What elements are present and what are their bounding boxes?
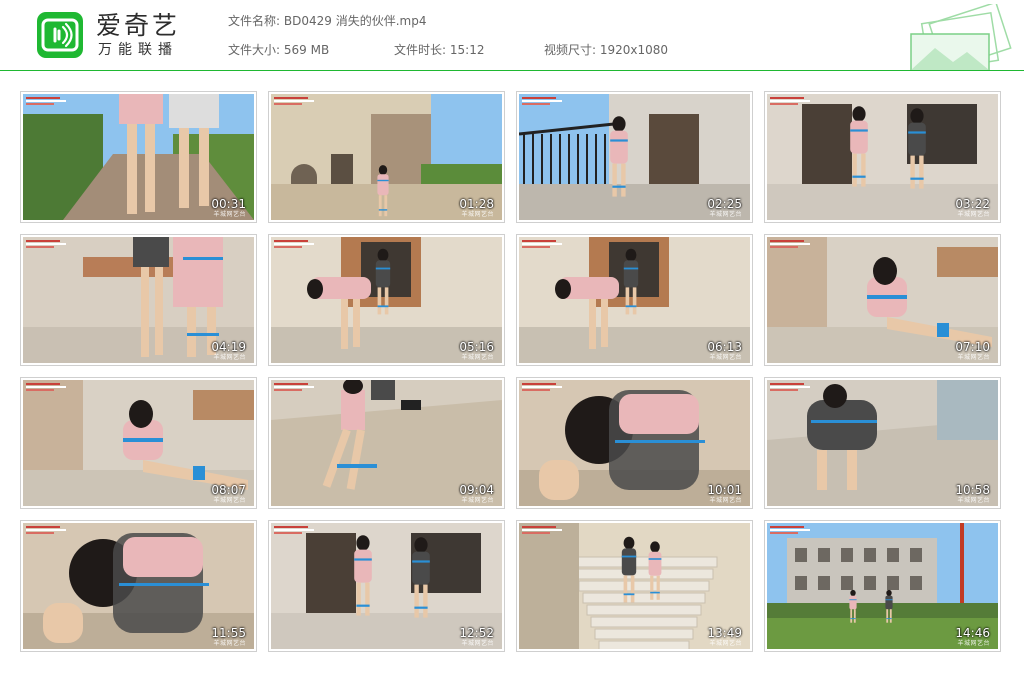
thumbnail-frame: 06:13 羊城网艺台 [519, 237, 750, 363]
watermark-label: 羊城网艺台 [957, 354, 990, 361]
channel-tag-icon [274, 97, 316, 105]
channel-tag-icon [522, 526, 564, 534]
thumbnail-frame: 11:55 羊城网艺台 [23, 523, 254, 649]
thumbnail-timestamp: 05:16 [459, 340, 494, 354]
resolution-row: 视频尺寸: 1920x1080 [544, 43, 668, 57]
file-name-row: 文件名称: BD0429 消失的伙伴.mp4 [228, 14, 426, 28]
thumbnail-7[interactable]: 06:13 羊城网艺台 [516, 234, 753, 366]
brand-subtitle: 万能联播 [98, 42, 178, 58]
channel-tag-icon [26, 526, 68, 534]
thumbnail-timestamp: 13:49 [707, 626, 742, 640]
watermark-label: 羊城网艺台 [213, 640, 246, 647]
thumbnail-16[interactable]: 14:46 羊城网艺台 [764, 520, 1001, 652]
thumbnail-timestamp: 06:13 [707, 340, 742, 354]
channel-tag-icon [26, 97, 68, 105]
watermark-label: 羊城网艺台 [957, 497, 990, 504]
thumbnail-10[interactable]: 09:04 羊城网艺台 [268, 377, 505, 509]
channel-tag-icon [770, 526, 812, 534]
duration-value: 15:12 [449, 43, 485, 57]
watermark-label: 羊城网艺台 [213, 497, 246, 504]
channel-tag-icon [274, 240, 316, 248]
watermark-label: 羊城网艺台 [461, 497, 494, 504]
thumbnail-frame: 02:25 羊城网艺台 [519, 94, 750, 220]
thumbnail-15[interactable]: 13:49 羊城网艺台 [516, 520, 753, 652]
thumbnail-8[interactable]: 07:10 羊城网艺台 [764, 234, 1001, 366]
channel-tag-icon [522, 240, 564, 248]
thumbnail-timestamp: 09:04 [459, 483, 494, 497]
watermark-label: 羊城网艺台 [461, 354, 494, 361]
resolution-value: 1920x1080 [599, 43, 669, 57]
watermark-label: 羊城网艺台 [709, 211, 742, 218]
file-size-row: 文件大小: 569 MB [228, 43, 329, 57]
thumbnail-frame: 05:16 羊城网艺台 [271, 237, 502, 363]
brand-title: 爱奇艺 [96, 11, 181, 40]
duration-label: 文件时长: [394, 43, 447, 57]
thumbnail-timestamp: 00:31 [211, 197, 246, 211]
thumbnail-frame: 10:01 羊城网艺台 [519, 380, 750, 506]
thumbnail-timestamp: 04:19 [211, 340, 246, 354]
file-name-label: 文件名称: [228, 14, 281, 28]
thumbnail-frame: 01:28 羊城网艺台 [271, 94, 502, 220]
thumbnail-frame: 07:10 羊城网艺台 [767, 237, 998, 363]
channel-tag-icon [770, 97, 812, 105]
thumbnail-timestamp: 10:58 [955, 483, 990, 497]
thumbnail-6[interactable]: 05:16 羊城网艺台 [268, 234, 505, 366]
thumbnail-timestamp: 08:07 [211, 483, 246, 497]
thumbnail-1[interactable]: 00:31 羊城网艺台 [20, 91, 257, 223]
watermark-label: 羊城网艺台 [461, 640, 494, 647]
thumbnail-timestamp: 12:52 [459, 626, 494, 640]
watermark-label: 羊城网艺台 [709, 354, 742, 361]
thumbnail-frame: 03:22 羊城网艺台 [767, 94, 998, 220]
thumbnail-timestamp: 10:01 [707, 483, 742, 497]
thumbnail-12[interactable]: 10:58 羊城网艺台 [764, 377, 1001, 509]
resolution-label: 视频尺寸: [544, 43, 597, 57]
thumbnail-timestamp: 03:22 [955, 197, 990, 211]
thumbnail-timestamp: 02:25 [707, 197, 742, 211]
thumbnail-frame: 13:49 羊城网艺台 [519, 523, 750, 649]
thumbnail-14[interactable]: 12:52 羊城网艺台 [268, 520, 505, 652]
thumbnail-11[interactable]: 10:01 羊城网艺台 [516, 377, 753, 509]
watermark-label: 羊城网艺台 [957, 640, 990, 647]
header-divider [0, 70, 1024, 71]
thumbnail-frame: 12:52 羊城网艺台 [271, 523, 502, 649]
file-size-value: 569 MB [283, 43, 330, 57]
thumbnail-timestamp: 07:10 [955, 340, 990, 354]
thumbnail-timestamp: 11:55 [211, 626, 246, 640]
watermark-label: 羊城网艺台 [213, 354, 246, 361]
thumbnail-5[interactable]: 04:19 羊城网艺台 [20, 234, 257, 366]
thumbnail-13[interactable]: 11:55 羊城网艺台 [20, 520, 257, 652]
watermark-label: 羊城网艺台 [461, 211, 494, 218]
file-name-value: BD0429 消失的伙伴.mp4 [283, 14, 427, 28]
thumbnail-frame: 14:46 羊城网艺台 [767, 523, 998, 649]
photo-stack-icon [910, 4, 1012, 70]
channel-tag-icon [770, 383, 812, 391]
channel-tag-icon [522, 97, 564, 105]
channel-tag-icon [522, 383, 564, 391]
thumbnail-timestamp: 14:46 [955, 626, 990, 640]
thumbnail-frame: 04:19 羊城网艺台 [23, 237, 254, 363]
thumbnail-4[interactable]: 03:22 羊城网艺台 [764, 91, 1001, 223]
thumbnail-frame: 09:04 羊城网艺台 [271, 380, 502, 506]
thumbnail-9[interactable]: 08:07 羊城网艺台 [20, 377, 257, 509]
channel-tag-icon [26, 240, 68, 248]
thumbnail-3[interactable]: 02:25 羊城网艺台 [516, 91, 753, 223]
watermark-label: 羊城网艺台 [213, 211, 246, 218]
channel-tag-icon [26, 383, 68, 391]
thumbnail-frame: 10:58 羊城网艺台 [767, 380, 998, 506]
thumbnail-frame: 08:07 羊城网艺台 [23, 380, 254, 506]
channel-tag-icon [274, 383, 316, 391]
channel-tag-icon [274, 526, 316, 534]
thumbnail-timestamp: 01:28 [459, 197, 494, 211]
watermark-label: 羊城网艺台 [709, 640, 742, 647]
header: 爱奇艺 万能联播 文件名称: BD0429 消失的伙伴.mp4 文件大小: 56… [0, 0, 1024, 70]
thumbnail-2[interactable]: 01:28 羊城网艺台 [268, 91, 505, 223]
file-size-label: 文件大小: [228, 43, 281, 57]
iqiyi-logo-icon [37, 12, 83, 58]
duration-row: 文件时长: 15:12 [394, 43, 484, 57]
watermark-label: 羊城网艺台 [957, 211, 990, 218]
watermark-label: 羊城网艺台 [709, 497, 742, 504]
channel-tag-icon [770, 240, 812, 248]
thumbnail-frame: 00:31 羊城网艺台 [23, 94, 254, 220]
